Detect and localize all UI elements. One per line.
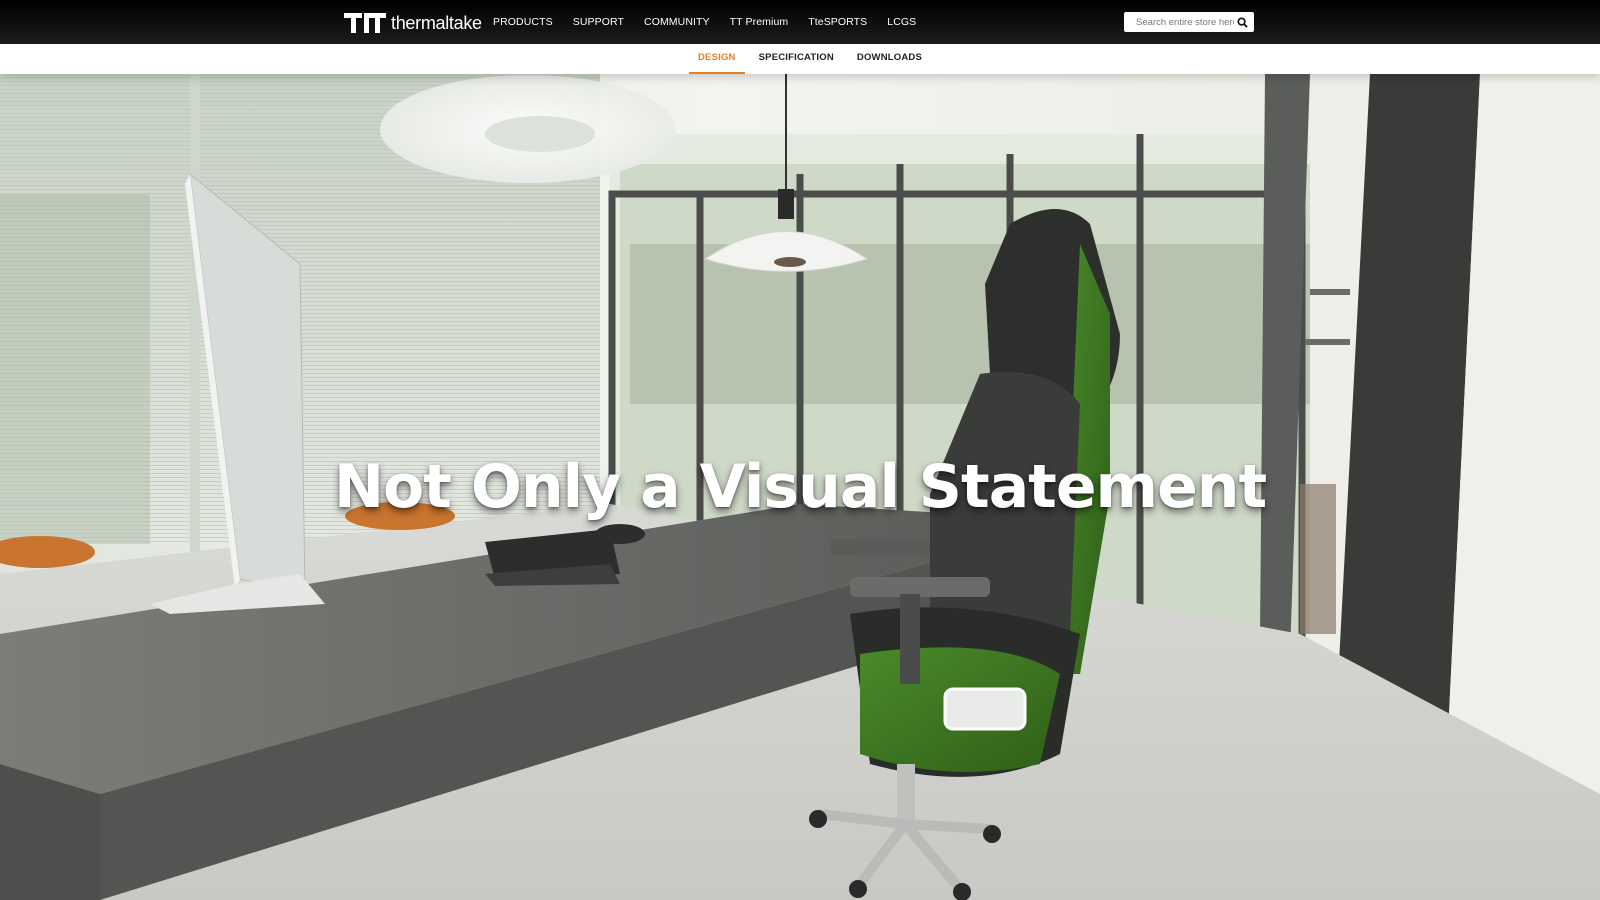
nav-item-products[interactable]: PRODUCTS: [493, 16, 553, 28]
tab-downloads[interactable]: DOWNLOADS: [848, 44, 931, 74]
product-tabs: DESIGN SPECIFICATION DOWNLOADS: [689, 44, 936, 74]
nav-item-lcgs[interactable]: LCGS: [887, 16, 916, 28]
product-subnav: DESIGN SPECIFICATION DOWNLOADS: [0, 44, 1600, 74]
search-button[interactable]: [1235, 15, 1249, 29]
main-nav: PRODUCTS SUPPORT COMMUNITY TT Premium Tt…: [493, 0, 936, 44]
nav-item-support[interactable]: SUPPORT: [573, 16, 624, 28]
hero-headline: Not Only a Visual Statement: [333, 452, 1267, 522]
hero-banner: Not Only a Visual Statement: [0, 74, 1600, 900]
top-navigation-bar: thermaltake PRODUCTS SUPPORT COMMUNITY T…: [0, 0, 1600, 44]
search-icon: [1236, 16, 1248, 28]
nav-item-community[interactable]: COMMUNITY: [644, 16, 710, 28]
nav-item-ttesports[interactable]: TteSPORTS: [808, 16, 867, 28]
tab-design[interactable]: DESIGN: [689, 44, 745, 74]
brand-logo[interactable]: thermaltake: [344, 12, 482, 34]
thermaltake-logo-icon: [344, 13, 386, 33]
nav-item-tt-premium[interactable]: TT Premium: [730, 16, 789, 28]
search-input[interactable]: [1136, 13, 1234, 31]
tab-specification[interactable]: SPECIFICATION: [750, 44, 843, 74]
brand-name: thermaltake: [391, 13, 482, 33]
search-box: [1124, 12, 1254, 32]
